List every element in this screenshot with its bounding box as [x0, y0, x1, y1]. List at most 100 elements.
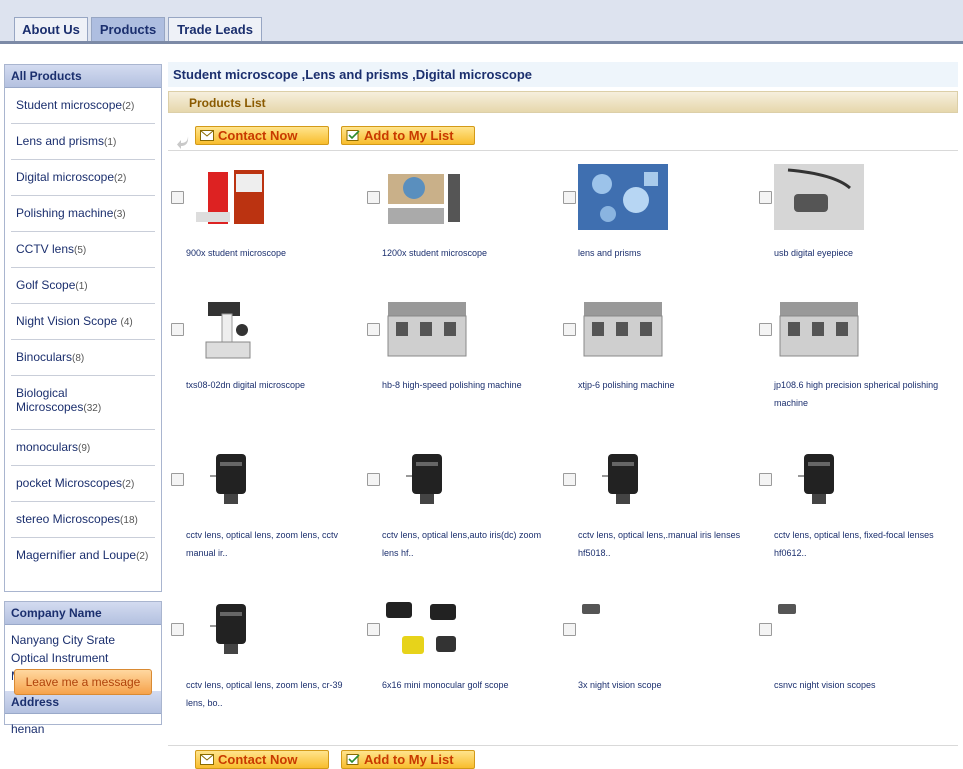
sidebar-category-item[interactable]: monoculars(9) [11, 430, 155, 466]
product-name-link[interactable]: cctv lens, optical lens, zoom lens, cctv… [186, 526, 358, 562]
product-thumbnail[interactable] [578, 296, 668, 362]
product-checkbox[interactable] [759, 473, 772, 486]
sidebar-category-item[interactable]: Biological Microscopes(32) [11, 376, 155, 430]
leave-message-button[interactable]: Leave me a message [14, 669, 152, 695]
tab-about-us[interactable]: About Us [14, 17, 88, 41]
product-checkbox[interactable] [563, 323, 576, 336]
product-checkbox[interactable] [171, 473, 184, 486]
product-name-link[interactable]: usb digital eyepiece [774, 244, 946, 262]
product-thumbnail[interactable] [382, 596, 472, 662]
category-name: Golf Scope [16, 278, 76, 292]
product-name-link[interactable]: jp108.6 high precision spherical polishi… [774, 376, 946, 412]
product-name-link[interactable]: xtjp-6 polishing machine [578, 376, 750, 394]
digital-microscope-photo [205, 302, 251, 359]
product-name-link[interactable]: cctv lens, optical lens,auto iris(dc) zo… [382, 526, 554, 562]
night-vision-photo [778, 604, 796, 614]
category-count: (3) [113, 209, 126, 220]
sidebar-category-item[interactable]: Polishing machine(3) [11, 196, 155, 232]
product-thumbnail[interactable] [774, 596, 864, 662]
product-thumbnail[interactable] [578, 446, 668, 512]
product-thumbnail[interactable] [186, 446, 276, 512]
product-thumbnail[interactable] [186, 596, 276, 662]
cctv-lens-photo [210, 604, 246, 654]
category-name: CCTV lens [16, 242, 75, 256]
category-name: Biological Microscopes [16, 386, 84, 414]
product-checkbox[interactable] [171, 623, 184, 636]
contact-now-button[interactable]: Contact Now [195, 126, 329, 145]
product-checkbox[interactable] [367, 473, 380, 486]
sidebar-category-item[interactable]: Student microscope(2) [11, 88, 155, 124]
product-name-link[interactable]: cctv lens, optical lens, fixed-focal len… [774, 526, 946, 562]
product-thumbnail[interactable] [578, 596, 668, 662]
polishing-machine-photo [583, 302, 663, 357]
sidebar-category-item[interactable]: Binoculars(8) [11, 340, 155, 376]
product-thumbnail[interactable] [186, 164, 276, 230]
product-name-link[interactable]: 3x night vision scope [578, 676, 750, 694]
product-thumbnail[interactable] [774, 446, 864, 512]
product-name-link[interactable]: txs08-02dn digital microscope [186, 376, 358, 394]
sidebar-category-item[interactable]: pocket Microscopes(2) [11, 466, 155, 502]
sidebar-category-item[interactable]: Night Vision Scope (4) [11, 304, 155, 340]
product-thumbnail[interactable] [382, 164, 472, 230]
product-name-link[interactable]: csnvc night vision scopes [774, 676, 946, 694]
product-name-link[interactable]: cctv lens, optical lens, zoom lens, cr-3… [186, 676, 358, 712]
category-name: Magernifier and Loupe [16, 548, 137, 562]
product-name-link[interactable]: 6x16 mini monocular golf scope [382, 676, 554, 694]
sidebar-category-item[interactable]: CCTV lens(5) [11, 232, 155, 268]
golf-scope-photo [386, 602, 456, 654]
notepad-check-icon [346, 130, 360, 141]
product-thumbnail[interactable] [382, 296, 472, 362]
product-checkbox[interactable] [171, 323, 184, 336]
tab-trade-leads[interactable]: Trade Leads [168, 17, 262, 41]
product-checkbox[interactable] [759, 623, 772, 636]
product-name-link[interactable]: 1200x student microscope [382, 244, 554, 262]
product-thumbnail[interactable] [774, 164, 864, 230]
category-name: stereo Microscopes [16, 512, 121, 526]
sidebar-category-item[interactable]: Lens and prisms(1) [11, 124, 155, 160]
sidebar-category-item[interactable]: Digital microscope(2) [11, 160, 155, 196]
category-count: (2) [136, 551, 149, 562]
add-to-my-list-button[interactable]: Add to My List [341, 126, 475, 145]
product-name-link[interactable]: lens and prisms [578, 244, 750, 262]
company-name-header: Company Name [5, 602, 161, 625]
product-name-link[interactable]: 900x student microscope [186, 244, 358, 262]
product-name-link[interactable]: hb-8 high-speed polishing machine [382, 376, 554, 394]
category-count: (8) [72, 353, 85, 364]
category-name: Binoculars [16, 350, 73, 364]
sidebar: All Products Student microscope(2) Lens a… [4, 64, 162, 736]
product-thumbnail[interactable] [774, 296, 864, 362]
product-checkbox[interactable] [759, 191, 772, 204]
polishing-machine-photo [387, 302, 467, 357]
product-checkbox[interactable] [367, 191, 380, 204]
main-content: Student microscope ,Lens and prisms ,Dig… [168, 62, 958, 113]
divider-bottom [168, 745, 958, 746]
product-checkbox[interactable] [171, 191, 184, 204]
product-checkbox[interactable] [563, 191, 576, 204]
product-thumbnail[interactable] [382, 446, 472, 512]
category-count: (18) [120, 515, 138, 526]
product-checkbox[interactable] [563, 473, 576, 486]
tab-products[interactable]: Products [91, 17, 165, 41]
select-arrow-icon [177, 136, 189, 149]
sidebar-category-item[interactable]: Golf Scope(1) [11, 268, 155, 304]
category-list: Student microscope(2) Lens and prisms(1) D… [5, 88, 161, 592]
category-name: monoculars [16, 440, 79, 454]
red-microscope-kit-photo [196, 170, 264, 224]
category-count: (32) [83, 403, 102, 414]
product-thumbnail[interactable] [186, 296, 276, 362]
category-count: (2) [114, 173, 127, 184]
product-name-link[interactable]: cctv lens, optical lens,.manual iris len… [578, 526, 750, 562]
sidebar-category-item[interactable]: stereo Microscopes(18) [11, 502, 155, 538]
sidebar-category-item[interactable]: Magernifier and Loupe(2) [11, 538, 155, 592]
lens-prisms-photo [578, 164, 668, 230]
polishing-machine-photo [779, 302, 859, 357]
envelope-icon [200, 130, 214, 141]
product-checkbox[interactable] [367, 323, 380, 336]
category-name: Lens and prisms [16, 134, 105, 148]
product-checkbox[interactable] [367, 623, 380, 636]
product-thumbnail[interactable] [578, 164, 668, 230]
product-checkbox[interactable] [563, 623, 576, 636]
divider-top [168, 150, 958, 151]
product-checkbox[interactable] [759, 323, 772, 336]
category-count: (9) [78, 443, 91, 454]
